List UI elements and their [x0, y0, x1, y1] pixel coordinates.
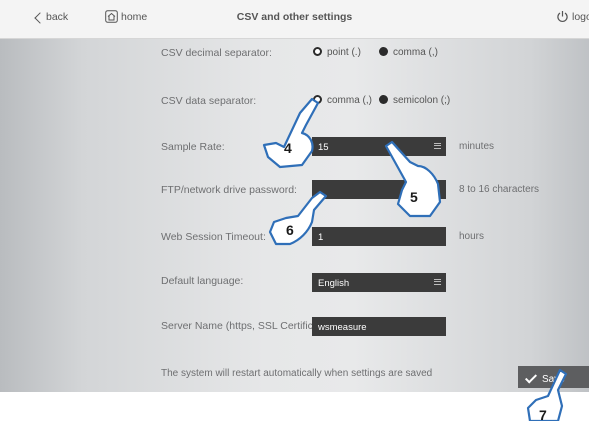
menu-icon: [434, 279, 441, 285]
radio-selected-icon: [313, 47, 322, 56]
server-name-label: Server Name (https, SSL Certificate): [161, 320, 331, 332]
web-timeout-input[interactable]: 1: [312, 227, 446, 246]
bottom-strip: [0, 392, 589, 421]
sample-rate-unit: minutes: [459, 141, 495, 152]
pointing-hand-icon: 6: [268, 190, 328, 246]
language-value: English: [318, 278, 350, 289]
restart-note: The system will restart automatically wh…: [161, 368, 433, 379]
radio-unselected-icon: [379, 47, 388, 56]
pointing-hand-icon: 4: [262, 97, 320, 169]
radio-data-semicolon[interactable]: semicolon (;): [379, 95, 450, 106]
radio-label: comma (,): [393, 47, 438, 58]
sample-rate-label: Sample Rate:: [161, 141, 225, 153]
pointing-hand-icon: 5: [384, 140, 442, 218]
step-6-label: 6: [286, 222, 294, 238]
step-7-label: 7: [539, 407, 547, 421]
server-name-input[interactable]: wsmeasure: [312, 317, 446, 336]
language-label: Default language:: [161, 275, 244, 287]
page-title: CSV and other settings: [236, 11, 353, 23]
logout-label: logo: [572, 11, 589, 23]
radio-label: comma (,): [327, 95, 372, 106]
csv-decimal-label: CSV decimal separator:: [161, 47, 272, 59]
radio-decimal-comma[interactable]: comma (,): [379, 47, 438, 58]
radio-label: semicolon (;): [393, 95, 451, 106]
radio-decimal-point[interactable]: point (.): [313, 47, 361, 58]
step-4-label: 4: [284, 140, 292, 156]
csv-data-label: CSV data separator:: [161, 95, 257, 107]
ftp-password-hint: 8 to 16 characters: [459, 184, 540, 195]
power-icon: [557, 11, 568, 23]
web-timeout-label: Web Session Timeout:: [161, 231, 266, 243]
step-5-label: 5: [410, 189, 418, 205]
pointing-hand-icon: 7: [526, 368, 568, 421]
top-bar: back home CSV and other settings logo: [0, 0, 589, 39]
language-select[interactable]: English: [312, 273, 446, 292]
server-name-value: wsmeasure: [318, 322, 367, 333]
radio-label: point (.): [327, 47, 361, 58]
radio-unselected-icon: [379, 95, 388, 104]
web-timeout-unit: hours: [459, 231, 485, 242]
